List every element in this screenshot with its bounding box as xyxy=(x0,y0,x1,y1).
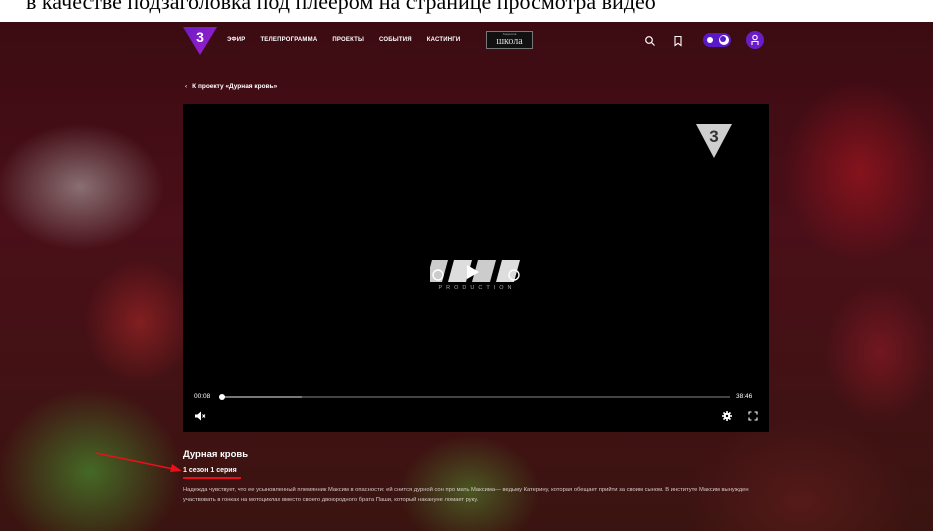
settings-icon[interactable] xyxy=(722,411,732,421)
production-label: PRODUCTION xyxy=(438,285,516,291)
nav-item-projects[interactable]: ПРОЕКТЫ xyxy=(332,37,364,43)
volume-icon[interactable] xyxy=(194,411,206,421)
episode-subtitle: 1 сезон 1 серия xyxy=(183,467,237,474)
profile-button[interactable] xyxy=(746,31,764,49)
current-time: 00:08 xyxy=(194,393,211,400)
total-time: 38:46 xyxy=(736,393,753,400)
channel-logo[interactable]: 3 xyxy=(183,27,217,55)
progress-bar[interactable] xyxy=(219,394,730,400)
channel-watermark-icon: 3 xyxy=(696,124,732,158)
chevron-left-icon: ‹ xyxy=(185,83,188,90)
nav-item-live[interactable]: ЭФИР xyxy=(227,37,245,43)
bookmark-icon[interactable] xyxy=(672,34,684,47)
annotation-arrow-icon xyxy=(95,452,182,472)
search-icon[interactable] xyxy=(644,34,656,46)
progress-handle[interactable] xyxy=(219,394,226,400)
promo-badge-school[interactable]: Закрытая школа xyxy=(486,31,533,49)
moon-icon xyxy=(720,36,726,42)
back-to-project-link[interactable]: ‹ К проекту «Дурная кровь» xyxy=(185,83,277,90)
annotation-underline xyxy=(183,477,241,479)
video-page: 3 ЭФИР ТЕЛЕПРОГРАММА ПРОЕКТЫ СОБЫТИЯ КАС… xyxy=(0,22,933,531)
svg-text:3: 3 xyxy=(709,127,718,146)
site-header: 3 ЭФИР ТЕЛЕПРОГРАММА ПРОЕКТЫ СОБЫТИЯ КАС… xyxy=(183,27,768,57)
theme-toggle[interactable] xyxy=(703,33,731,47)
progress-buffer xyxy=(220,396,302,398)
promo-badge-text: школа xyxy=(496,35,523,47)
back-link-label: К проекту «Дурная кровь» xyxy=(192,83,278,90)
user-icon xyxy=(751,34,759,45)
screenshot-caption: в качестве подзаголовка под плеером на с… xyxy=(0,0,933,22)
nav-item-tv-guide[interactable]: ТЕЛЕПРОГРАММА xyxy=(260,37,317,43)
nav-item-events[interactable]: СОБЫТИЯ xyxy=(379,37,412,43)
nav-item-castings[interactable]: КАСТИНГИ xyxy=(427,37,461,43)
video-player[interactable]: 3 PRODUCTION 00:08 38:46 xyxy=(183,104,769,432)
production-logo-icon xyxy=(430,260,520,282)
fullscreen-icon[interactable] xyxy=(748,411,758,421)
sun-icon xyxy=(707,37,713,43)
main-nav: ЭФИР ТЕЛЕПРОГРАММА ПРОЕКТЫ СОБЫТИЯ КАСТИ… xyxy=(227,37,460,43)
video-title: Дурная кровь xyxy=(183,449,249,460)
video-description: Надежда чувствует, что ее усыновленный п… xyxy=(183,487,749,503)
